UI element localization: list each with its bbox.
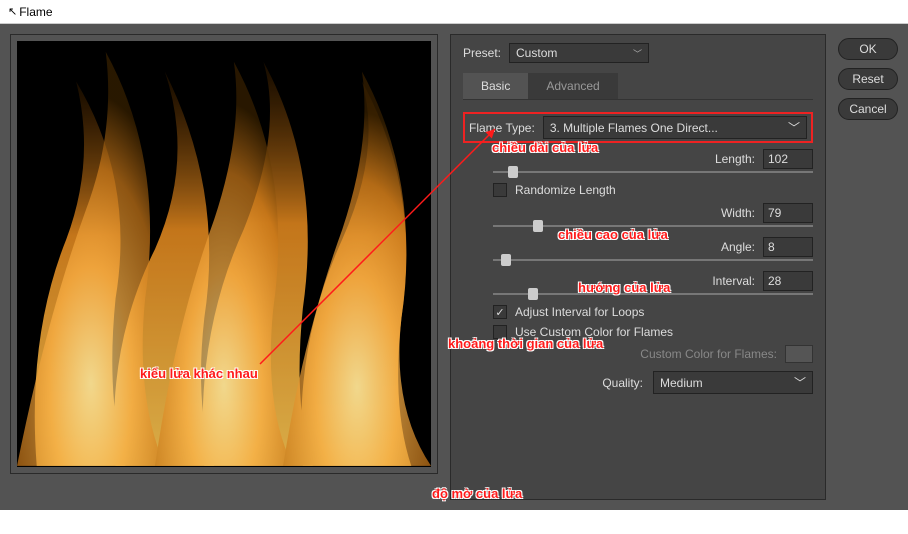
button-column: OK Reset Cancel [838,38,898,500]
custom-color-swatch-label: Custom Color for Flames: [640,347,777,361]
quality-label: Quality: [602,376,643,390]
dialog-body: Preset: Custom ﹀ Basic Advanced Flame Ty… [0,24,908,510]
width-label: Width: [721,206,755,220]
preset-select[interactable]: Custom ﹀ [509,43,649,63]
tab-advanced[interactable]: Advanced [528,73,617,99]
preset-label: Preset: [463,46,501,60]
angle-label: Angle: [721,240,755,254]
angle-slider[interactable] [493,259,813,261]
length-label: Length: [715,152,755,166]
adjust-loops-checkbox[interactable] [493,305,507,319]
interval-slider[interactable] [493,293,813,295]
flame-image [17,41,431,467]
tab-basic[interactable]: Basic [463,73,528,99]
chevron-down-icon: ﹀ [788,119,800,136]
interval-input[interactable] [763,271,813,291]
tabs: Basic Advanced [463,73,813,100]
custom-color-checkbox[interactable] [493,325,507,339]
width-slider[interactable] [493,225,813,227]
angle-input[interactable] [763,237,813,257]
title-bar: ↖ Flame [0,0,908,24]
length-slider[interactable] [493,171,813,173]
settings-panel: Preset: Custom ﹀ Basic Advanced Flame Ty… [450,34,826,500]
adjust-loops-label: Adjust Interval for Loops [515,305,644,319]
preview-panel [10,34,438,474]
flame-type-row: Flame Type: 3. Multiple Flames One Direc… [463,112,813,143]
custom-color-swatch[interactable] [785,345,813,363]
flame-type-label: Flame Type: [469,121,535,135]
quality-select[interactable]: Medium ﹀ [653,371,813,394]
randomize-label: Randomize Length [515,183,616,197]
cursor-icon: ↖ [8,5,17,18]
chevron-down-icon: ﹀ [633,47,642,60]
cancel-button[interactable]: Cancel [838,98,898,120]
randomize-checkbox[interactable] [493,183,507,197]
quality-value: Medium [660,376,703,390]
width-input[interactable] [763,203,813,223]
flame-type-select[interactable]: 3. Multiple Flames One Direct... ﹀ [543,116,807,139]
reset-button[interactable]: Reset [838,68,898,90]
length-input[interactable] [763,149,813,169]
flame-type-value: 3. Multiple Flames One Direct... [550,121,718,135]
chevron-down-icon: ﹀ [794,374,806,391]
preset-value: Custom [516,46,557,60]
custom-color-label: Use Custom Color for Flames [515,325,673,339]
flame-preview [17,41,431,467]
ok-button[interactable]: OK [838,38,898,60]
window-title: Flame [19,5,52,19]
interval-label: Interval: [712,274,755,288]
